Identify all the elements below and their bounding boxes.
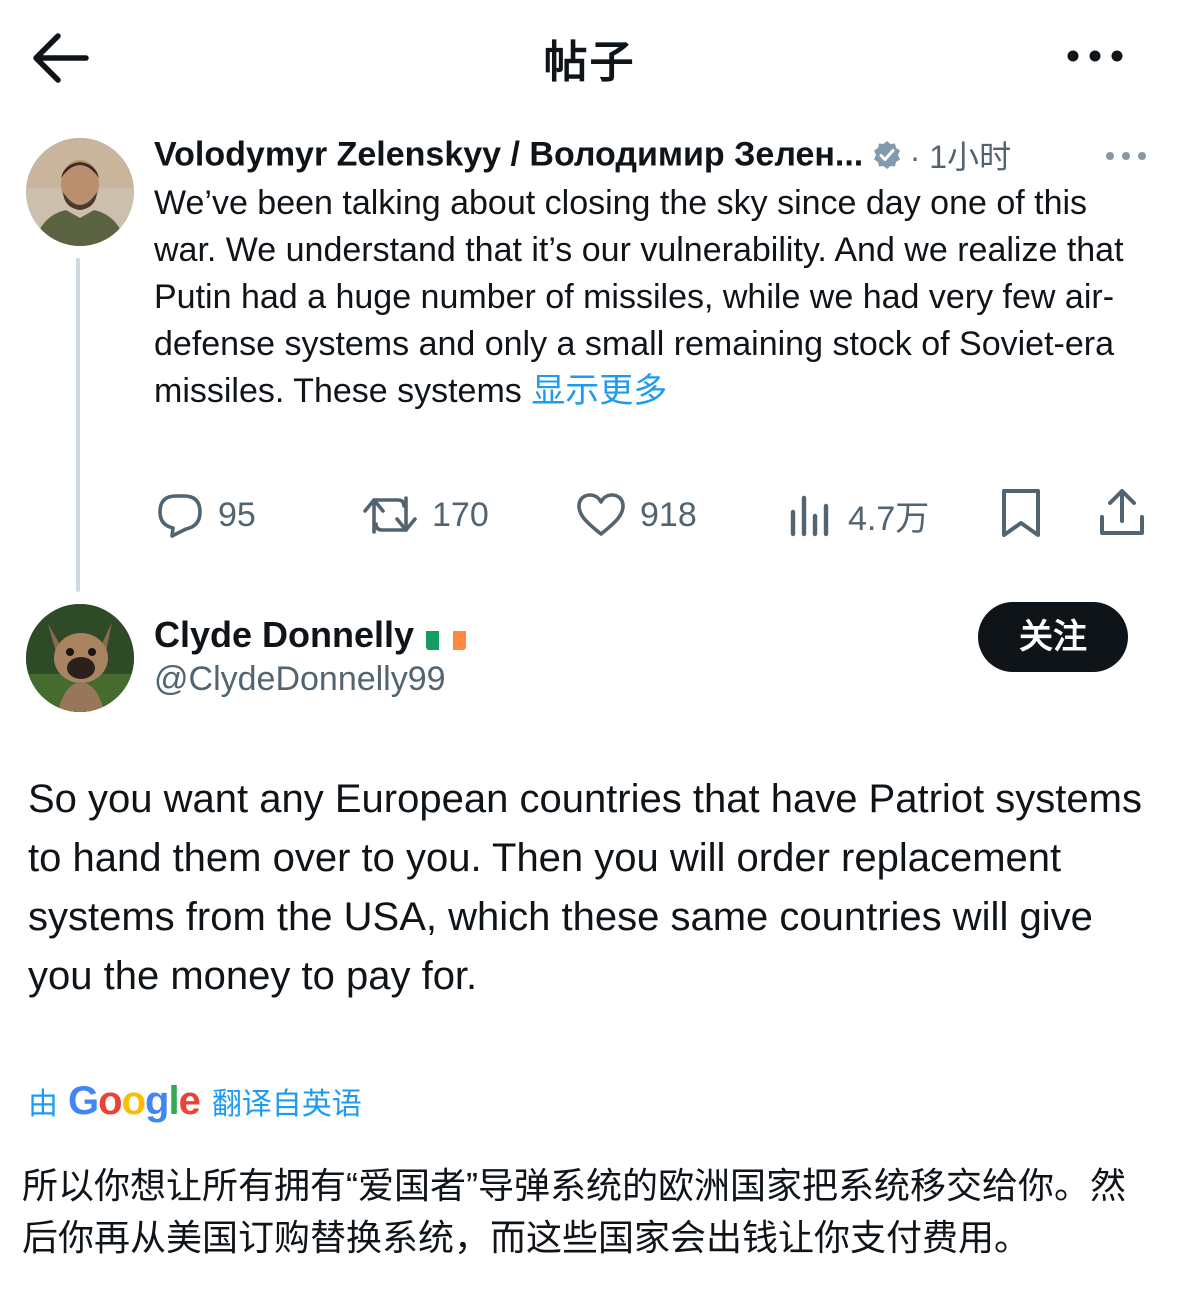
person-photo-icon (26, 138, 134, 246)
translated-from-label: 翻译自英语 (211, 1088, 362, 1121)
google-logo: Google (68, 1078, 201, 1123)
views-button[interactable]: 4.7万 (788, 490, 929, 540)
follow-button[interactable]: 关注 (978, 602, 1128, 672)
post-time: · 1小时 (909, 139, 1012, 175)
more-horizontal-icon (1106, 152, 1146, 160)
share-icon (1100, 489, 1144, 535)
translation-text: 所以你想让所有拥有“爱国者”导弹系统的欧洲国家把系统移交给你。然后你再从美国订购… (22, 1165, 1126, 1258)
parent-tweet-text: We’ve been talking about closing the sky… (154, 180, 1144, 415)
page-title: 帖子 (543, 38, 636, 87)
reply-button[interactable]: 95 (156, 490, 256, 540)
reply-author-row: Clyde Donnelly (154, 614, 467, 656)
translation-attribution[interactable]: 由 Google 翻译自英语 (28, 1076, 362, 1126)
show-more-link[interactable]: 显示更多 (531, 372, 667, 410)
reply-author-name[interactable]: Clyde Donnelly (154, 614, 414, 655)
like-button[interactable]: 918 (576, 490, 697, 540)
avatar[interactable] (26, 138, 134, 246)
reply-count: 95 (218, 495, 256, 534)
like-count: 918 (640, 495, 697, 534)
reply-avatar[interactable] (26, 604, 134, 712)
reply-icon (158, 494, 202, 538)
retweet-button[interactable]: 170 (362, 490, 489, 540)
bookmark-icon (1002, 489, 1040, 537)
ireland-flag-icon (426, 624, 467, 651)
heart-icon (577, 493, 625, 536)
translated-by-label: 由 (28, 1088, 58, 1121)
more-horizontal-icon (1067, 50, 1123, 62)
share-button[interactable] (1098, 488, 1160, 538)
tweet-more-button[interactable] (1102, 144, 1150, 168)
retweet-icon (363, 496, 417, 534)
reply-text: So you want any European countries that … (28, 777, 1142, 998)
parent-author-name[interactable]: Volodymyr Zelenskyy / Володимир Зелен... (154, 136, 863, 174)
thread-connector (76, 258, 80, 592)
view-count: 4.7万 (848, 499, 930, 538)
reply-author-handle[interactable]: @ClydeDonnelly99 (154, 660, 446, 699)
retweet-count: 170 (432, 495, 489, 534)
verified-badge-icon (871, 139, 903, 171)
bookmark-button[interactable] (1000, 488, 1056, 538)
views-chart-icon (790, 495, 829, 537)
dog-photo-icon (26, 604, 134, 712)
parent-tweet-header: Volodymyr Zelenskyy / Володимир Зелен...… (154, 132, 1174, 176)
more-options-button[interactable] (1060, 36, 1130, 76)
